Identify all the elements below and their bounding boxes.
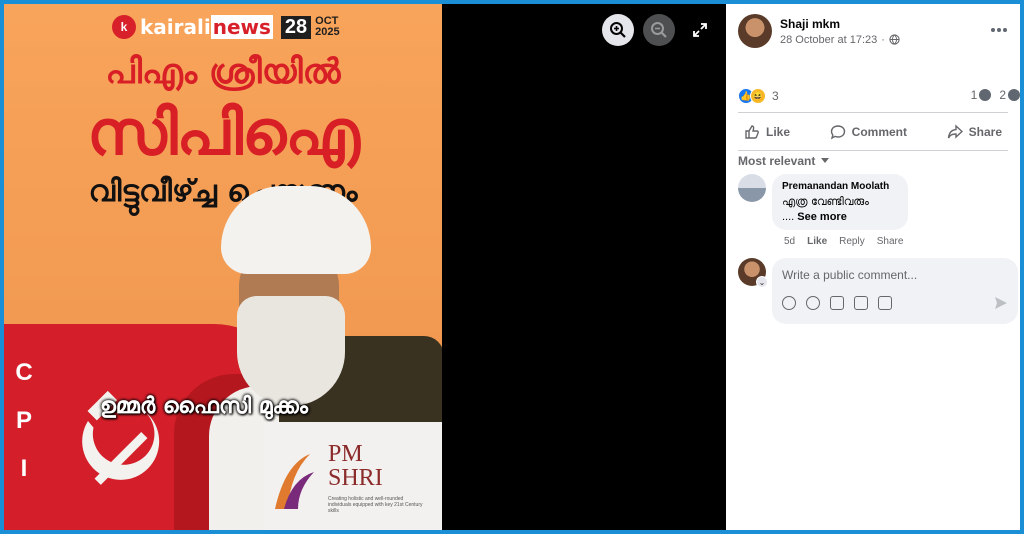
comment-box [772,258,1018,324]
like-button[interactable]: Like [738,124,796,140]
camera-icon[interactable] [830,296,844,310]
share-count-icon [1008,89,1020,101]
fullscreen-button[interactable] [684,14,716,46]
comment-button[interactable]: Comment [824,124,913,140]
reaction-summary[interactable]: 👍 😆 3 [738,88,779,104]
post-stats: 1 2 [971,88,1020,102]
name-caption: ഉമ്മർ ഫൈസി മുക്കം [99,394,309,419]
pm-shri-badge: PM SHRI Creating holistic and well-round… [264,422,442,530]
comment-stat[interactable]: 1 [971,88,992,102]
pm-shri-subtitle: Creating holistic and well-rounded indiv… [328,496,423,514]
pm-shri-line-2: SHRI [328,465,383,491]
comment-meta: 5d Like Reply Share [784,236,903,247]
commenter-name[interactable]: Premanandan Moolath [782,181,898,192]
zoom-in-icon [610,22,626,38]
more-horizontal-icon [991,28,1007,32]
kairali-logo-text: kairali news [140,15,273,39]
current-user-avatar[interactable]: ⌄ [738,258,768,288]
sticker-icon[interactable] [878,296,892,310]
commenter-avatar[interactable] [738,174,766,202]
share-button[interactable]: Share [941,124,1008,140]
author-name[interactable]: Shaji mkm [780,17,900,31]
photo-viewer: k kairali news 28 OCT 2025 പിഎം ശ്രീയിൽ സ… [4,4,726,530]
comment-like-button[interactable]: Like [807,236,827,247]
time-separator: · [881,33,885,46]
zoom-out-button[interactable] [643,14,675,46]
post-image[interactable]: k kairali news 28 OCT 2025 പിഎം ശ്രീയിൽ സ… [4,4,442,530]
zoom-in-button[interactable] [602,14,634,46]
action-bar: Like Comment Share [738,116,1008,148]
zoom-out-icon [651,22,667,38]
fullscreen-icon [693,23,707,37]
flag-letters: C P I [15,359,33,482]
date-month-year: OCT 2025 [315,15,340,38]
globe-icon [889,34,900,45]
kairali-logo-mark-icon: k [112,15,136,39]
comment-share-button[interactable]: Share [877,236,904,247]
comment-icon [830,125,845,140]
reaction-count: 3 [772,89,779,103]
haha-reaction-icon: 😆 [750,88,766,104]
author-avatar[interactable] [738,14,772,48]
avatar-sticker-icon[interactable] [782,296,796,310]
more-options-button[interactable] [989,20,1009,40]
photo-viewer-frame: k kairali news 28 OCT 2025 പിഎം ശ്രീയിൽ സ… [4,4,1020,530]
comment-text: എത്ര വേണ്ടിവരും [782,195,869,208]
pm-shri-line-1: PM [328,441,363,467]
gif-icon[interactable] [854,296,868,310]
see-more-link[interactable]: See more [797,211,847,223]
send-icon[interactable] [994,296,1008,310]
headline-line-2: സിപിഐ [87,96,360,169]
comment-item: Premanandan Moolath എത്ര വേണ്ടിവരും ....… [738,174,908,230]
post-side-panel: Shaji mkm 28 October at 17:23 · 👍 😆 3 1 … [726,4,1020,530]
post-time-text[interactable]: 28 October at 17:23 [780,34,877,46]
emoji-icon[interactable] [806,296,820,310]
headline-line-1: പിഎം ശ്രീയിൽ [105,52,341,92]
composer-tools [782,296,892,310]
pm-shri-wave-icon [275,454,314,509]
comment-age[interactable]: 5d [784,236,795,247]
divider-bottom [738,150,1008,151]
chevron-down-icon: ⌄ [756,276,768,288]
comment-composer: ⌄ [738,258,1018,324]
kairali-logo: k kairali news 28 OCT 2025 [112,12,340,42]
comment-bubble: Premanandan Moolath എത്ര വേണ്ടിവരും ....… [772,174,908,230]
comment-count-icon [979,89,992,101]
comment-sort-dropdown[interactable]: Most relevant [738,154,830,168]
post-timestamp: 28 October at 17:23 · [780,34,900,46]
comment-input[interactable] [782,268,1002,282]
share-icon [947,124,963,139]
share-stat[interactable]: 2 [999,88,1020,102]
chevron-down-icon [821,158,830,163]
post-header: Shaji mkm 28 October at 17:23 · [738,14,900,48]
divider-top [738,112,1008,113]
comment-more-row: .... See more [782,211,847,223]
like-icon [745,125,759,139]
date-day: 28 [280,15,312,39]
comment-reply-button[interactable]: Reply [839,236,865,247]
